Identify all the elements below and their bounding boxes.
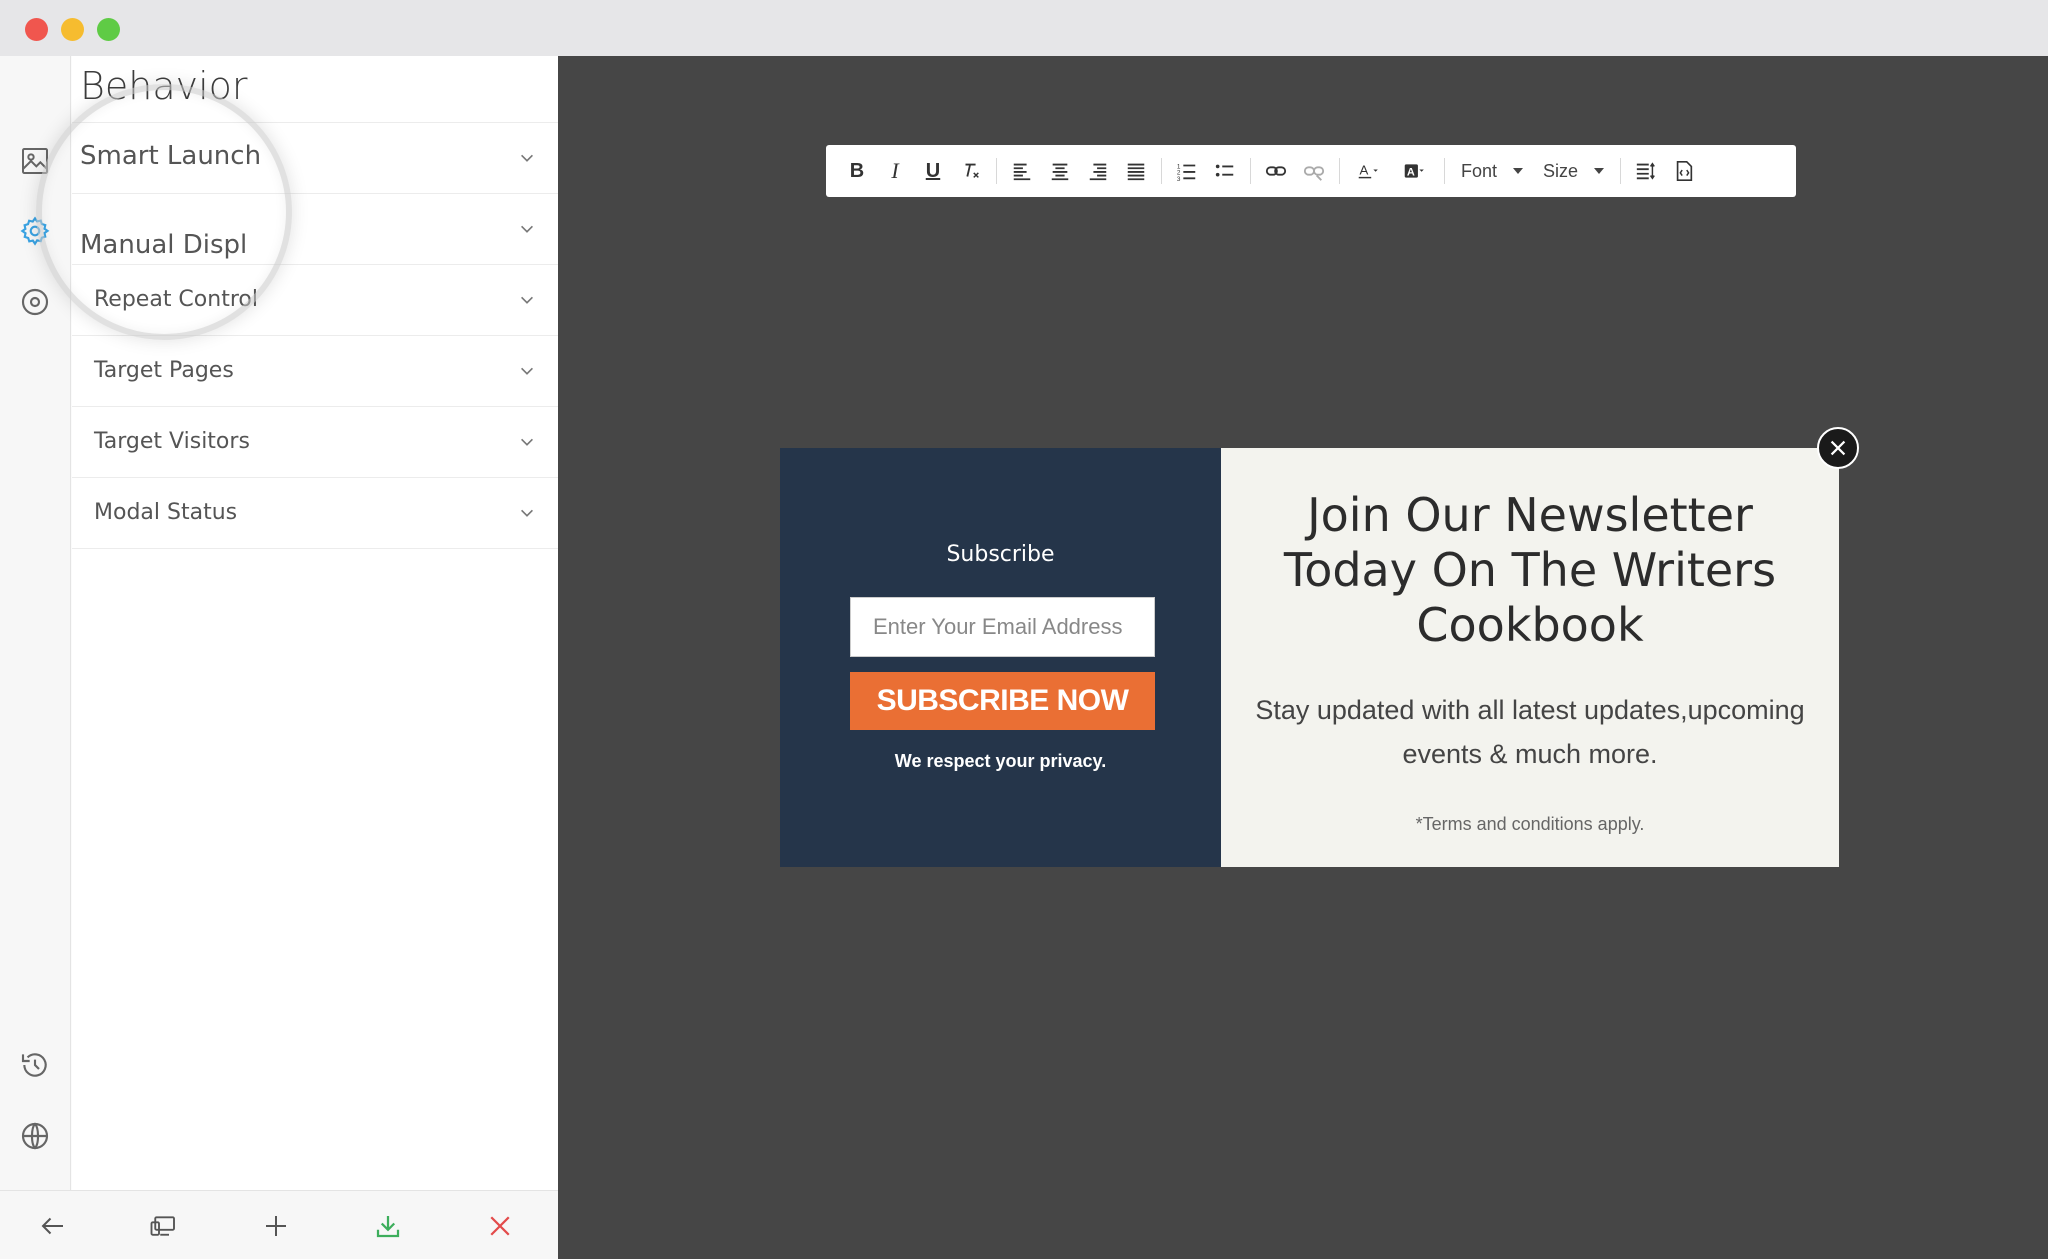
justify-icon — [1127, 163, 1145, 181]
clear-format-icon — [965, 163, 979, 178]
plus-icon[interactable] — [257, 1207, 295, 1245]
gear-icon[interactable] — [16, 212, 54, 250]
numbered-list-icon: 123 — [1177, 163, 1196, 182]
accordion-repeat-control[interactable]: Repeat Control — [72, 265, 558, 336]
toolbar-divider — [996, 158, 997, 184]
chevron-down-icon — [521, 509, 533, 517]
source-code-button[interactable] — [1665, 151, 1703, 191]
source-code-icon — [1676, 161, 1693, 181]
popup-content-panel: Join Our Newsletter Today On The Writers… — [1221, 448, 1839, 867]
accordion-label: Repeat Control — [94, 287, 258, 312]
align-left-button[interactable] — [1003, 151, 1041, 191]
accordion-manual-display[interactable]: Manual Displ — [72, 194, 558, 265]
font-dropdown[interactable]: Font — [1451, 151, 1533, 191]
link-button[interactable] — [1257, 151, 1295, 191]
chevron-down-icon — [521, 438, 533, 446]
caret-down-icon — [1513, 168, 1524, 174]
caret-down-icon — [1594, 168, 1605, 174]
svg-text:A: A — [1407, 166, 1415, 178]
align-right-icon — [1089, 163, 1107, 181]
unlink-icon — [1303, 166, 1325, 181]
panel-header: Behavior — [72, 56, 558, 123]
background-color-button[interactable]: A — [1392, 151, 1438, 191]
terms-note: *Terms and conditions apply. — [1415, 814, 1645, 834]
behavior-panel: Behavior Smart Launch Manual Displ Repea… — [72, 56, 558, 1190]
accordion-target-pages[interactable]: Target Pages — [72, 336, 558, 407]
toolbar-divider — [1250, 158, 1251, 184]
icon-rail — [0, 56, 71, 1190]
justify-button[interactable] — [1117, 151, 1155, 191]
accordion-modal-status[interactable]: Modal Status — [72, 478, 558, 549]
history-icon[interactable] — [16, 1046, 54, 1084]
line-height-icon — [1636, 162, 1655, 180]
chevron-down-icon — [521, 367, 533, 375]
window-zoom-button[interactable] — [97, 18, 120, 41]
bullet-list-button[interactable] — [1206, 151, 1244, 191]
size-dropdown-label: Size — [1543, 160, 1579, 181]
app-window: Behavior Smart Launch Manual Displ Repea… — [0, 0, 2048, 1259]
window-close-button[interactable] — [25, 18, 48, 41]
text-editor-toolbar: B I U 123 A A Font Size — [826, 145, 1796, 197]
text-color-icon: A — [1358, 163, 1378, 179]
accordion-target-visitors[interactable]: Target Visitors — [72, 407, 558, 478]
toolbar-divider — [1444, 158, 1445, 184]
download-icon[interactable] — [369, 1207, 407, 1245]
underline-button[interactable]: U — [914, 151, 952, 191]
chevron-down-icon — [521, 225, 533, 233]
sidebar: Behavior Smart Launch Manual Displ Repea… — [0, 56, 558, 1259]
toolbar-divider — [1620, 158, 1622, 184]
size-dropdown[interactable]: Size — [1533, 151, 1614, 191]
line-height-button[interactable] — [1627, 151, 1665, 191]
panel-title: Behavior — [80, 64, 248, 108]
subscribe-button[interactable]: SUBSCRIBE NOW — [850, 672, 1155, 730]
clear-format-button[interactable] — [952, 151, 990, 191]
italic-button[interactable]: I — [876, 151, 914, 191]
bullet-list-icon — [1215, 164, 1234, 177]
accordion-label: Modal Status — [94, 500, 238, 525]
image-icon[interactable] — [16, 142, 54, 180]
target-icon[interactable] — [16, 283, 54, 321]
accordion-label: Manual Displ — [80, 230, 248, 260]
background-color-icon: A — [1404, 164, 1424, 178]
accordion-label: Target Visitors — [94, 429, 250, 454]
window-minimize-button[interactable] — [61, 18, 84, 41]
unlink-button[interactable] — [1295, 151, 1333, 191]
close-icon[interactable] — [481, 1207, 519, 1245]
close-icon — [1830, 440, 1846, 456]
email-input[interactable] — [850, 597, 1155, 657]
popup-headline: Join Our Newsletter Today On The Writers… — [1283, 488, 1777, 652]
globe-icon[interactable] — [16, 1117, 54, 1155]
devices-icon[interactable] — [145, 1207, 183, 1245]
chevron-down-icon — [521, 154, 533, 162]
subscribe-heading: Subscribe — [946, 542, 1055, 567]
text-color-button[interactable]: A — [1346, 151, 1392, 191]
bottom-action-bar — [0, 1190, 558, 1259]
chevron-down-icon — [521, 296, 533, 304]
align-center-icon — [1051, 163, 1069, 181]
popup-close-button[interactable] — [1817, 427, 1859, 469]
numbered-list-button[interactable]: 123 — [1168, 151, 1206, 191]
accordion-smart-launch[interactable]: Smart Launch — [72, 123, 558, 194]
editor-canvas: B I U 123 A A Font Size Subscribe Enter … — [558, 56, 2048, 1259]
link-icon — [1265, 166, 1287, 176]
title-bar — [0, 0, 2048, 56]
newsletter-popup: Subscribe SUBSCRIBE NOW We respect your … — [780, 448, 1839, 867]
accordion-label: Smart Launch — [80, 141, 262, 171]
bold-button[interactable]: B — [838, 151, 876, 191]
svg-text:A: A — [1359, 163, 1368, 178]
back-arrow-icon[interactable] — [34, 1207, 72, 1245]
align-right-button[interactable] — [1079, 151, 1117, 191]
align-left-icon — [1013, 163, 1031, 181]
toolbar-divider — [1339, 158, 1340, 184]
svg-text:3: 3 — [1177, 176, 1181, 182]
toolbar-divider — [1161, 158, 1162, 184]
align-center-button[interactable] — [1041, 151, 1079, 191]
popup-form-panel: Subscribe SUBSCRIBE NOW We respect your … — [780, 448, 1221, 867]
accordion-label: Target Pages — [94, 358, 234, 383]
popup-body-text: Stay updated with all latest updates,upc… — [1255, 695, 1805, 769]
font-dropdown-label: Font — [1461, 160, 1498, 181]
privacy-note: We respect your privacy. — [894, 751, 1107, 771]
